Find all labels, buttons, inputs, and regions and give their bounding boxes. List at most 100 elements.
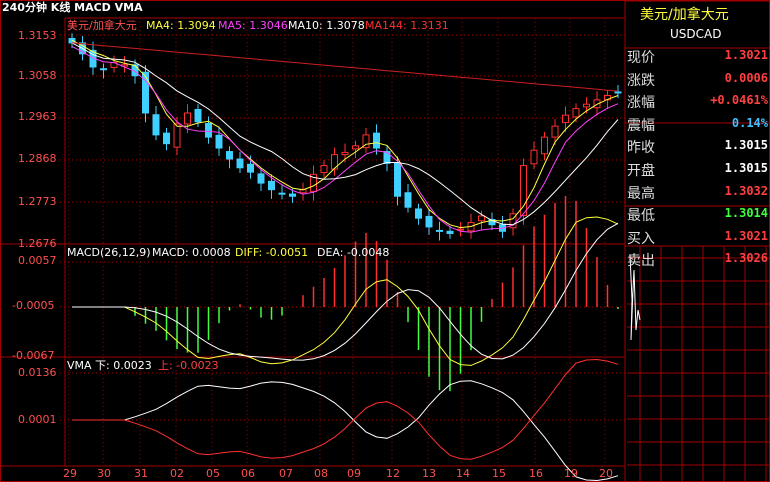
candle-body (236, 158, 244, 169)
candle-body (614, 91, 622, 94)
x-tick: 06 (241, 467, 255, 480)
ma144-label: MA144: 1.3131 (365, 19, 449, 32)
pair-label: 美元/加拿大元 (67, 19, 137, 32)
candle-body (404, 192, 412, 208)
candle-body (562, 114, 569, 124)
dea-label: DEA: -0.0048 (317, 246, 390, 259)
quote-row-label: 涨跌 (627, 72, 655, 89)
quote-name: 美元/加拿大元 (640, 7, 729, 23)
quote-row-value: 1.3015 (724, 161, 768, 175)
quote-row-label: 震幅 (627, 117, 655, 134)
x-tick: 30 (97, 467, 111, 480)
candle-body (415, 208, 422, 219)
x-tick: 13 (422, 467, 436, 480)
candle-body (446, 230, 454, 234)
quote-row-label: 最低 (627, 208, 655, 225)
x-tick: 20 (599, 467, 613, 480)
price-tick: 1.2676 (18, 237, 57, 250)
candle-body (425, 215, 433, 228)
candle-body (163, 132, 170, 145)
quote-row-value: 1.3014 (724, 206, 768, 221)
candle-body (173, 123, 181, 148)
candle-body (257, 173, 265, 184)
macd-tick: -0.0005 (12, 299, 55, 312)
quote-row: 涨跌 0.0006 (627, 67, 770, 89)
candle-body (541, 136, 548, 155)
candle-body (289, 193, 296, 197)
quote-row: 开盘 1.3015 (627, 157, 770, 179)
quote-row-value: 1.3021 (724, 48, 768, 62)
candle-body (226, 151, 233, 160)
moving-average-lines (71, 39, 619, 233)
candle-body (320, 165, 328, 174)
quote-row: 现价 1.3021 (627, 44, 770, 66)
candle-body (194, 108, 202, 123)
price-tick: 1.3058 (18, 69, 57, 82)
ma5-label: MA5: 1.3046 (218, 19, 288, 32)
price-tick: 1.2773 (18, 195, 57, 208)
x-tick: 15 (492, 467, 506, 480)
candle-body (278, 192, 286, 195)
candle-body (184, 112, 191, 125)
macd-series (72, 195, 619, 392)
quote-code: USDCAD (670, 27, 722, 41)
candle-body (373, 132, 380, 149)
quote-row: 震幅 0.14% (627, 112, 770, 134)
candle-body (341, 151, 349, 156)
quote-row-label: 现价 (627, 50, 655, 66)
quote-row: 买入 1.3021 (627, 225, 770, 247)
macd-tick: 0.0057 (18, 254, 57, 267)
price-tick: 1.3153 (18, 29, 57, 42)
candle-body (530, 149, 538, 165)
vma-up-line (72, 358, 619, 460)
x-tick: 16 (529, 467, 543, 480)
vma-tick: 0.0136 (18, 366, 57, 379)
quote-row-value: 0.0006 (724, 70, 768, 85)
x-tick: 12 (386, 467, 400, 480)
quote-row: 最高 1.3032 (627, 180, 770, 202)
candle-body (394, 162, 401, 197)
x-tick: 31 (134, 467, 148, 480)
quote-row: 最低 1.3014 (627, 202, 770, 224)
quote-row-value: 1.3015 (724, 138, 768, 153)
candlestick-series (68, 33, 622, 241)
candle-body (478, 215, 485, 222)
quote-row-value: 0.14% (731, 115, 768, 130)
candle-body (572, 108, 580, 118)
x-tick: 09 (347, 467, 361, 480)
candle-body (215, 134, 223, 149)
price-tick: 1.2963 (18, 110, 57, 123)
quote-row: 卖出 1.3026 (627, 247, 770, 269)
candle-body (436, 229, 443, 232)
ma144-line (71, 42, 619, 92)
candle-body (268, 180, 275, 191)
quote-row-label: 卖出 (627, 253, 655, 270)
x-tick: 05 (206, 467, 220, 480)
macd-tick: -0.0067 (12, 349, 55, 362)
quote-row-label: 开盘 (627, 163, 655, 179)
quote-row-label: 昨收 (627, 140, 655, 157)
candle-body (551, 125, 559, 138)
quote-row-label: 涨幅 (627, 95, 655, 112)
vma-tick: 0.0001 (18, 413, 57, 426)
x-tick: 29 (63, 467, 77, 480)
vma-down-label: 下: 0.0023 (95, 359, 152, 372)
quote-row: 昨收 1.3015 (627, 134, 770, 156)
ma10-label: MA10: 1.3078 (288, 19, 365, 32)
quote-row-label: 买入 (627, 230, 655, 247)
candle-body (205, 123, 212, 138)
x-tick: 02 (170, 467, 184, 480)
quote-row-value: 1.3021 (724, 228, 768, 243)
candle-body (583, 103, 590, 108)
candle-body (152, 114, 160, 136)
candle-body (352, 145, 359, 150)
x-tick: 08 (314, 467, 328, 480)
ma4-label: MA4: 1.3094 (146, 19, 216, 32)
vma-up-label: 上: -0.0023 (158, 359, 219, 372)
x-tick: 19 (564, 467, 578, 480)
quote-row-label: 最高 (627, 185, 655, 202)
quote-row-value: 1.3026 (724, 251, 768, 266)
x-tick: 14 (456, 467, 470, 480)
quote-row: 涨幅 +0.0461% (627, 89, 770, 111)
macd-params-label: MACD(26,12,9) (67, 246, 151, 259)
